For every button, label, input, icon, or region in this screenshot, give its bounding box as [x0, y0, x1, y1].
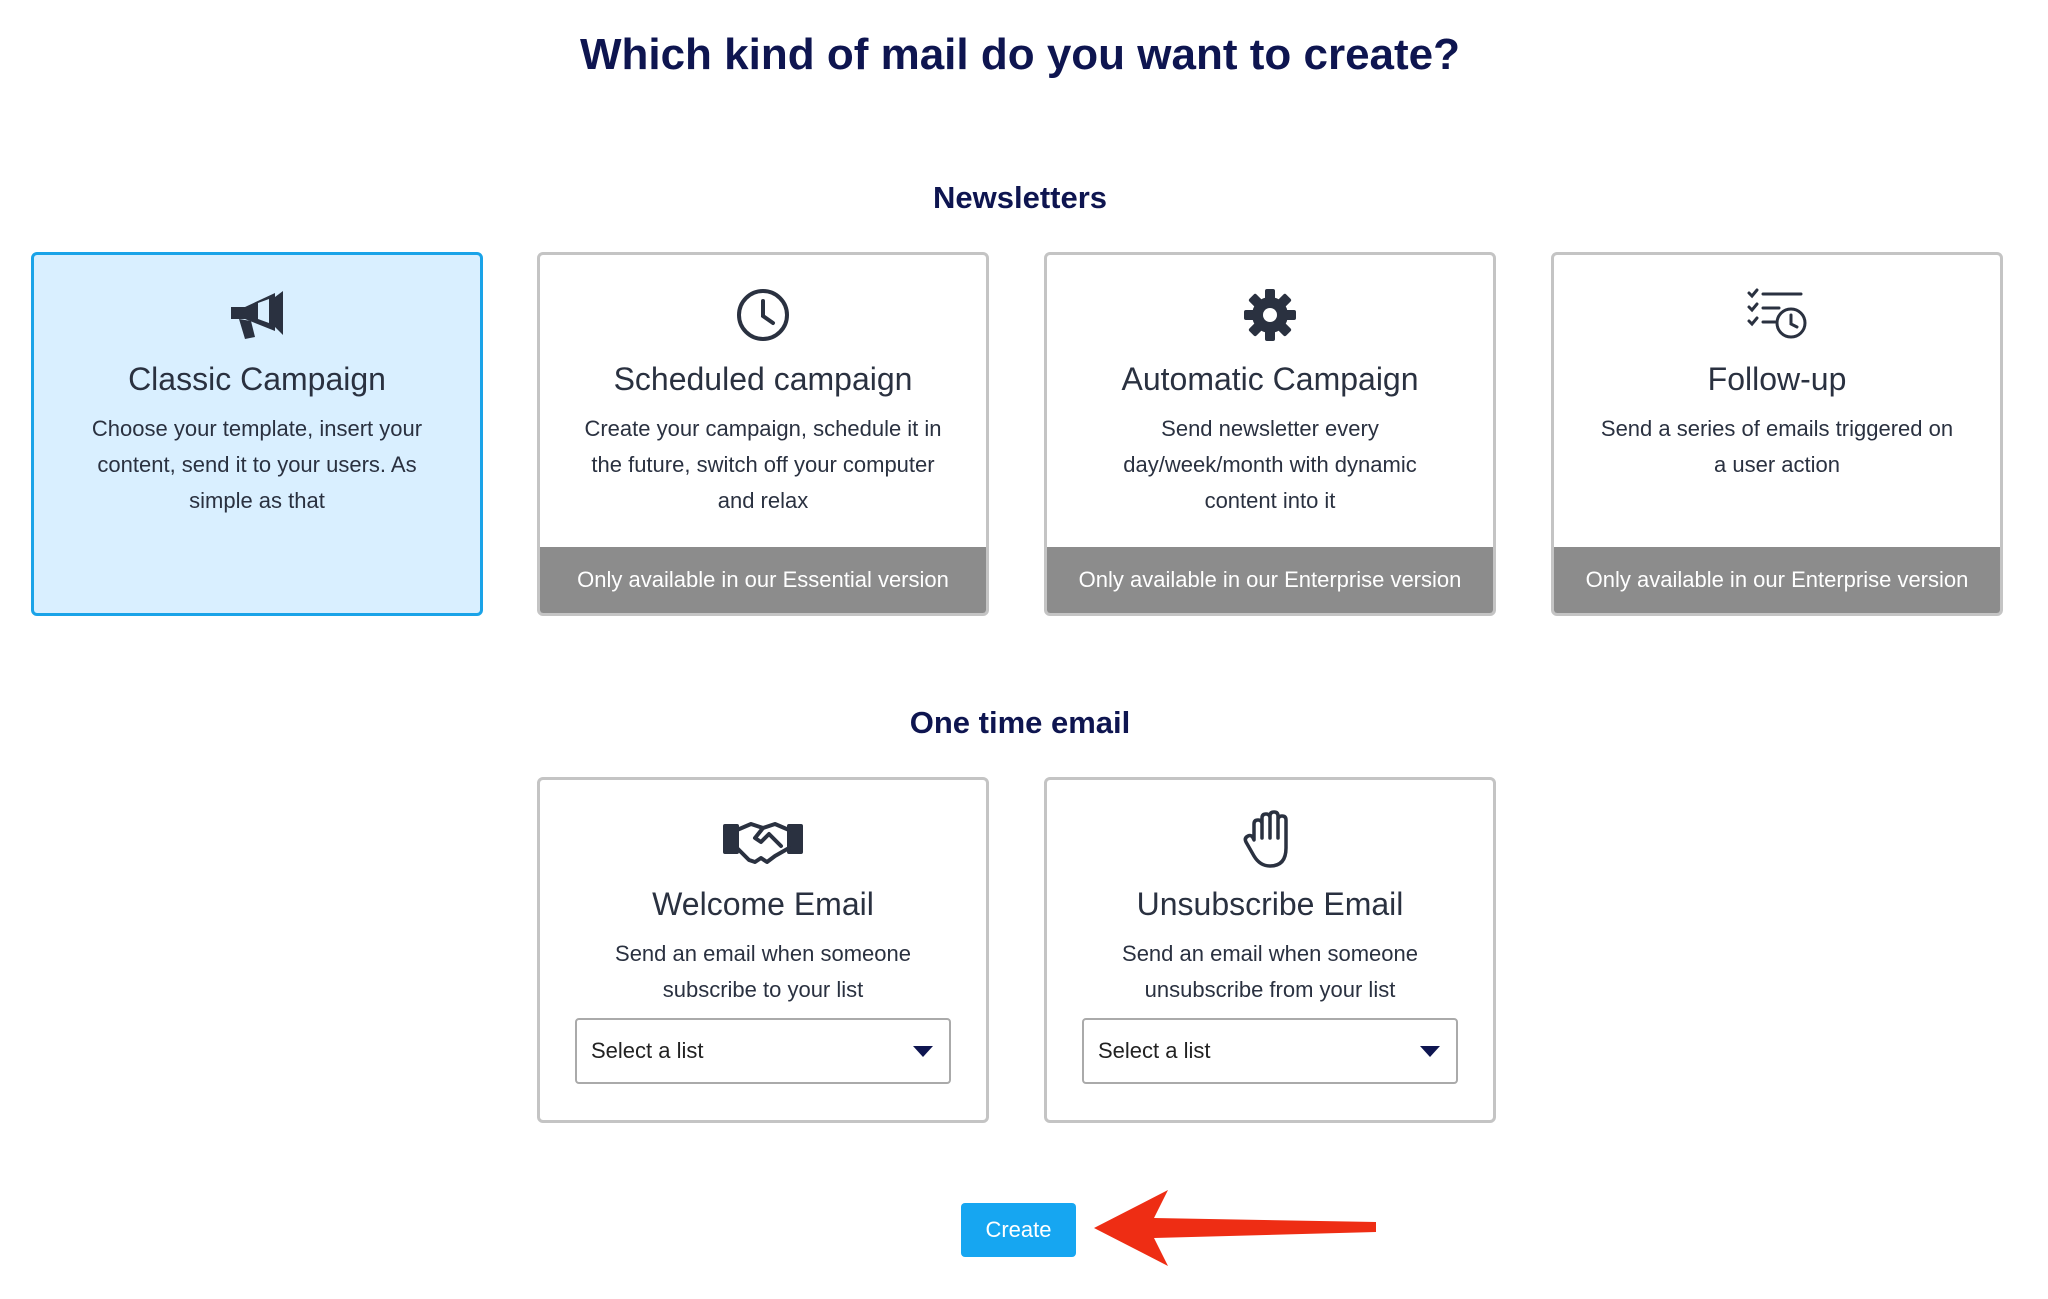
megaphone-icon	[34, 287, 480, 343]
gear-icon	[1047, 287, 1493, 343]
card-follow-up[interactable]: Follow-up Send a series of emails trigge…	[1551, 252, 2003, 616]
clock-icon	[540, 287, 986, 343]
card-description: Send an email when someone unsubscribe f…	[1122, 941, 1418, 1002]
card-description: Send an email when someone subscribe to …	[615, 941, 911, 1002]
card-description: Create your campaign, schedule it in the…	[584, 416, 942, 513]
list-select[interactable]: Select a list	[1082, 1018, 1458, 1084]
red-arrow-annotation	[1094, 1190, 1376, 1266]
card-description: Send a series of emails triggered on a u…	[1600, 416, 1954, 477]
card-scheduled-campaign[interactable]: Scheduled campaign Create your campaign,…	[537, 252, 989, 616]
create-button[interactable]: Create	[961, 1203, 1076, 1257]
card-welcome-email[interactable]: Welcome Email Send an email when someone…	[537, 777, 989, 1123]
card-title: Unsubscribe Email	[1136, 886, 1404, 922]
select-value: Select a list	[1098, 1038, 1211, 1063]
card-title: Scheduled campaign	[613, 361, 913, 397]
card-title: Welcome Email	[652, 886, 874, 922]
hand-stop-icon	[1047, 810, 1493, 868]
card-classic-campaign[interactable]: Classic Campaign Choose your template, i…	[31, 252, 483, 616]
card-automatic-campaign[interactable]: Automatic Campaign Send newsletter every…	[1044, 252, 1496, 616]
card-title: Follow-up	[1707, 361, 1847, 397]
handshake-icon	[540, 812, 986, 868]
card-description: Send newsletter every day/week/month wit…	[1123, 416, 1417, 513]
page: Which kind of mail do you want to create…	[0, 0, 2048, 1299]
card-title: Classic Campaign	[128, 361, 386, 397]
checklist-clock-icon	[1554, 287, 2000, 343]
card-unsubscribe-email[interactable]: Unsubscribe Email Send an email when som…	[1044, 777, 1496, 1123]
section-title-one-time-email: One time email	[909, 705, 1131, 740]
list-select[interactable]: Select a list	[575, 1018, 951, 1084]
availability-banner: Only available in our Enterprise version	[1554, 547, 2000, 613]
page-title: Which kind of mail do you want to create…	[579, 30, 1461, 79]
select-value: Select a list	[591, 1038, 704, 1063]
chevron-down-icon	[913, 1045, 933, 1057]
availability-banner: Only available in our Enterprise version	[1047, 547, 1493, 613]
availability-banner: Only available in our Essential version	[540, 547, 986, 613]
section-title-newsletters: Newsletters	[932, 180, 1108, 215]
card-description: Choose your template, insert your conten…	[91, 416, 423, 513]
chevron-down-icon	[1420, 1045, 1440, 1057]
card-title: Automatic Campaign	[1121, 361, 1419, 397]
